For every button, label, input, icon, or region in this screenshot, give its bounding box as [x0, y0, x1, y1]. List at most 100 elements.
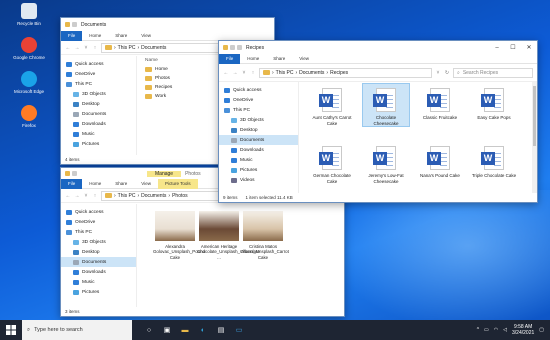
file-item[interactable]: W German Chocolate Cake — [309, 142, 355, 184]
show-hidden-icons-chevron-icon[interactable]: ^ — [477, 327, 479, 333]
recent-locations-chevron-icon[interactable]: ˅ — [83, 193, 89, 199]
task-view-icon[interactable]: ▣ — [160, 323, 174, 337]
breadcrumb-item[interactable]: Documents — [141, 193, 166, 199]
desktop-shortcut[interactable]: Recycle Bin — [12, 3, 46, 26]
nav-item-onedrive[interactable]: OneDrive — [61, 69, 136, 79]
breadcrumb-item[interactable]: This PC — [118, 45, 136, 51]
ribbon-tab-view[interactable]: View — [134, 31, 158, 41]
ribbon-tab-view[interactable]: View — [134, 179, 158, 189]
nav-item-pictures[interactable]: Pictures — [61, 287, 136, 297]
breadcrumb-item[interactable]: Documents — [141, 45, 166, 51]
quick-access-toolbar-icon[interactable] — [72, 22, 77, 27]
nav-item-downloads[interactable]: Downloads — [61, 267, 136, 277]
volume-icon[interactable]: ◁ — [503, 327, 507, 333]
up-arrow-icon[interactable]: ↑ — [92, 193, 98, 199]
breadcrumb-item[interactable]: Documents — [299, 70, 324, 76]
address-bar[interactable]: › This PC › Documents › Photos — [101, 190, 231, 201]
address-bar[interactable]: › This PC › Documents › Recipes — [259, 67, 432, 78]
vertical-scrollbar[interactable] — [532, 82, 537, 193]
desktop-shortcut[interactable]: Google Chrome — [12, 37, 46, 60]
nav-item-music[interactable]: Music — [61, 277, 136, 287]
ribbon-tab-share[interactable]: Share — [108, 179, 134, 189]
ribbon-tab-home[interactable]: Home — [240, 54, 266, 64]
manage-context-tab[interactable]: Manage — [147, 170, 182, 177]
file-item[interactable]: W Aunt Cathy's Carrot Cake — [309, 84, 355, 126]
nav-item-music[interactable]: Music — [61, 129, 136, 139]
nav-item-quick-access[interactable]: Quick access — [61, 207, 136, 217]
recent-locations-chevron-icon[interactable]: ˅ — [241, 70, 247, 76]
maximize-button[interactable]: ☐ — [505, 41, 521, 54]
minimize-button[interactable]: – — [489, 41, 505, 54]
nav-item-documents[interactable]: Documents — [61, 109, 136, 119]
nav-item-desktop[interactable]: Desktop — [61, 247, 136, 257]
quick-access-toolbar-icon[interactable] — [72, 171, 77, 176]
nav-item-3d-objects[interactable]: 3D Objects — [219, 115, 298, 125]
nav-item-videos[interactable]: Videos — [219, 175, 298, 185]
back-arrow-icon[interactable]: ← — [223, 70, 229, 76]
nav-item-onedrive[interactable]: OneDrive — [61, 217, 136, 227]
nav-item-this-pc[interactable]: This PC — [61, 227, 136, 237]
ribbon-tab-share[interactable]: Share — [266, 54, 292, 64]
store-icon[interactable]: ▤ — [214, 323, 228, 337]
network-icon[interactable]: ◠ — [494, 327, 498, 333]
close-button[interactable]: ✕ — [521, 41, 537, 54]
search-box[interactable]: ⌕ Search Recipes — [453, 67, 533, 78]
ribbon-tab-file[interactable]: File — [61, 30, 83, 41]
ribbon-tab-home[interactable]: Home — [82, 179, 108, 189]
cortana-icon[interactable]: ○ — [142, 323, 156, 337]
quick-access-toolbar-icon[interactable] — [230, 45, 235, 50]
nav-item-onedrive[interactable]: OneDrive — [219, 95, 298, 105]
breadcrumb-item[interactable]: This PC — [276, 70, 294, 76]
photo-item[interactable]: Cristina Matos Albers_Unsplash_Carrot Ca… — [241, 208, 289, 260]
ribbon-tab-file[interactable]: File — [219, 53, 241, 64]
mail-icon[interactable]: ▭ — [232, 323, 246, 337]
nav-item-desktop[interactable]: Desktop — [219, 125, 298, 135]
ribbon-tab-share[interactable]: Share — [108, 31, 134, 41]
nav-item-this-pc[interactable]: This PC — [61, 79, 136, 89]
address-dropdown-icon[interactable]: ˅ — [435, 70, 441, 76]
file-item[interactable]: W Jeremy's Low-Fat Cheesecake — [363, 142, 409, 184]
back-arrow-icon[interactable]: ← — [65, 45, 71, 51]
forward-arrow-icon[interactable]: → — [74, 193, 80, 199]
nav-item-quick-access[interactable]: Quick access — [61, 59, 136, 69]
notifications-icon[interactable]: ▢ — [539, 327, 544, 333]
file-explorer-icon[interactable]: ▬ — [178, 323, 192, 337]
ribbon-tab-picture-tools[interactable]: Picture Tools — [157, 178, 198, 189]
nav-item-documents[interactable]: Documents — [219, 135, 298, 145]
ribbon-tab-view[interactable]: View — [292, 54, 316, 64]
taskbar-search-box[interactable]: ⌕ Type here to search — [22, 320, 132, 340]
title-bar[interactable]: Documents — [61, 18, 274, 31]
desktop-shortcut[interactable]: Microsoft Edge — [12, 71, 46, 94]
nav-item-documents[interactable]: Documents — [61, 257, 136, 267]
battery-icon[interactable]: ▭ — [484, 327, 489, 333]
forward-arrow-icon[interactable]: → — [232, 70, 238, 76]
quick-access-toolbar-icon[interactable] — [237, 45, 242, 50]
nav-item-downloads[interactable]: Downloads — [219, 145, 298, 155]
up-arrow-icon[interactable]: ↑ — [92, 45, 98, 51]
ribbon-tab-file[interactable]: File — [61, 178, 83, 189]
nav-item-pictures[interactable]: Pictures — [219, 165, 298, 175]
photo-item[interactable]: Alexandra Golovac_Unsplash_Pound Cake — [153, 208, 205, 260]
forward-arrow-icon[interactable]: → — [74, 45, 80, 51]
file-item[interactable]: W Easy Cake Pops — [471, 84, 517, 121]
nav-item-desktop[interactable]: Desktop — [61, 99, 136, 109]
breadcrumb-item[interactable]: Recipes — [330, 70, 348, 76]
edge-icon[interactable]: ◐ — [196, 323, 210, 337]
nav-item-3d-objects[interactable]: 3D Objects — [61, 89, 136, 99]
file-item[interactable]: W Chocolate Cheesecake — [362, 83, 410, 127]
nav-item-3d-objects[interactable]: 3D Objects — [61, 237, 136, 247]
back-arrow-icon[interactable]: ← — [65, 193, 71, 199]
ribbon-tab-home[interactable]: Home — [82, 31, 108, 41]
nav-item-quick-access[interactable]: Quick access — [219, 85, 298, 95]
clock[interactable]: 9:58 AM 3/24/2021 — [512, 324, 534, 336]
nav-item-this-pc[interactable]: This PC — [219, 105, 298, 115]
photo-item[interactable]: American Heritage Chocolate_Unsplash_Cho… — [197, 208, 260, 260]
refresh-icon[interactable]: ↻ — [444, 70, 450, 76]
recipes-window[interactable]: Recipes – ☐ ✕ File Home Share View ← → ˅ ↑ … — [218, 40, 538, 203]
breadcrumb-item[interactable]: This PC — [118, 193, 136, 199]
breadcrumb-item[interactable]: Photos — [172, 193, 188, 199]
nav-item-pictures[interactable]: Pictures — [61, 139, 136, 149]
nav-item-downloads[interactable]: Downloads — [61, 119, 136, 129]
recent-locations-chevron-icon[interactable]: ˅ — [83, 45, 89, 51]
desktop-shortcut[interactable]: Firefox — [12, 105, 46, 128]
